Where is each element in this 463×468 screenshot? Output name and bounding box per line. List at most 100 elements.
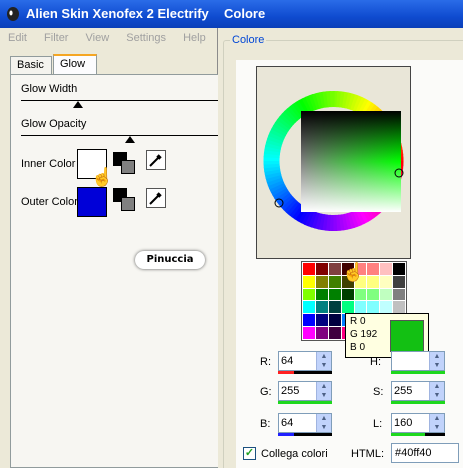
palette-swatch[interactable] [380, 288, 393, 301]
inner-gray-swatch[interactable] [121, 160, 135, 174]
color-wheel[interactable] [257, 67, 410, 258]
xenofex-titlebar[interactable]: Alien Skin Xenofex 2 Electrify [0, 0, 218, 28]
watermark-badge: Pinuccia [135, 251, 205, 269]
tab-glow[interactable]: Glow [53, 54, 97, 75]
palette-swatch[interactable] [393, 275, 405, 288]
glow-opacity-label: Glow Opacity [21, 118, 87, 130]
palette-swatch[interactable] [393, 288, 405, 301]
h-label: H: [370, 356, 381, 368]
inner-eyedropper-button[interactable] [146, 150, 166, 170]
link-colors-checkbox[interactable]: ✓ [243, 447, 256, 460]
palette-swatch[interactable] [315, 327, 328, 339]
outer-eyedropper-button[interactable] [146, 188, 166, 208]
palette-swatch[interactable] [380, 301, 393, 314]
palette-swatch[interactable] [303, 275, 315, 288]
eyedropper-icon [149, 192, 162, 205]
palette-swatch[interactable] [354, 301, 367, 314]
palette-swatch[interactable] [328, 263, 341, 275]
s-bar [391, 401, 445, 404]
alien-skin-icon [7, 7, 19, 21]
glow-width-thumb[interactable] [73, 101, 83, 108]
outer-gray-swatch[interactable] [121, 197, 135, 211]
palette-swatch[interactable] [367, 275, 380, 288]
palette-swatch[interactable] [328, 314, 341, 327]
colore-title: Colore [224, 6, 266, 21]
glow-width-track[interactable] [21, 100, 219, 101]
html-color-input[interactable]: #40ff40 [391, 443, 459, 463]
palette-swatch[interactable] [328, 301, 341, 314]
b-label: B: [260, 418, 271, 430]
palette-swatch[interactable] [341, 301, 354, 314]
tooltip-g: G 192 [350, 329, 378, 340]
glow-opacity-track[interactable] [21, 135, 219, 136]
menu-settings[interactable]: Settings [126, 32, 166, 44]
tab-basic[interactable]: Basic [10, 56, 52, 75]
h-bar [391, 371, 445, 374]
r-spinner[interactable]: ▲ ▼ [316, 352, 331, 370]
b-value: 64 [281, 417, 294, 429]
palette-swatch[interactable] [303, 288, 315, 301]
l-value: 160 [394, 417, 413, 429]
l-input[interactable]: 160 ▲ ▼ [391, 413, 445, 433]
s-label: S: [373, 386, 384, 398]
hue-wheel-box [256, 66, 411, 259]
palette-swatch[interactable] [303, 314, 315, 327]
palette-swatch[interactable] [380, 263, 393, 275]
tooltip-swatch [390, 320, 424, 352]
s-input[interactable]: 255 ▲ ▼ [391, 381, 445, 401]
palette-swatch[interactable] [328, 327, 341, 339]
l-bar [391, 433, 445, 436]
colore-group-label: Colore [230, 34, 267, 46]
tooltip-r: R 0 [350, 316, 366, 327]
outer-color-label: Outer Color [21, 196, 78, 208]
palette-swatch[interactable] [328, 275, 341, 288]
h-input[interactable]: ▲ ▼ [391, 351, 445, 371]
palette-swatch[interactable] [393, 263, 405, 275]
palette-swatch[interactable] [303, 327, 315, 339]
eyedropper-icon [149, 154, 162, 167]
palette-swatch[interactable] [393, 301, 405, 314]
palette-swatch[interactable] [367, 263, 380, 275]
b-bar [278, 433, 332, 436]
outer-color-swatch[interactable] [77, 187, 107, 217]
palette-swatch[interactable] [315, 263, 328, 275]
b-spinner[interactable]: ▲ ▼ [316, 414, 331, 432]
l-spinner[interactable]: ▲ ▼ [429, 414, 444, 432]
palette-swatch[interactable] [367, 301, 380, 314]
g-label: G: [260, 386, 272, 398]
r-bar [278, 371, 332, 374]
lightness-overlay [301, 111, 401, 212]
menu-edit[interactable]: Edit [8, 32, 27, 44]
palette-swatch[interactable] [315, 314, 328, 327]
glow-opacity-thumb[interactable] [125, 136, 135, 143]
palette-swatch[interactable] [367, 288, 380, 301]
s-value: 255 [394, 385, 413, 397]
glow-panel: Glow Width Glow Opacity Inner Color Oute… [10, 74, 219, 468]
menu-help[interactable]: Help [183, 32, 206, 44]
g-spinner[interactable]: ▲ ▼ [316, 382, 331, 400]
hand-cursor-icon: ☝ [342, 262, 365, 282]
glow-width-label: Glow Width [21, 83, 78, 95]
palette-swatch[interactable] [315, 288, 328, 301]
inner-color-label: Inner Color [21, 158, 76, 170]
palette-swatch[interactable] [303, 301, 315, 314]
palette-swatch[interactable] [315, 275, 328, 288]
palette-swatch[interactable] [341, 288, 354, 301]
hand-cursor-icon: ☝ [91, 167, 114, 187]
h-spinner[interactable]: ▲ ▼ [429, 352, 444, 370]
s-spinner[interactable]: ▲ ▼ [429, 382, 444, 400]
menu-view[interactable]: View [86, 32, 110, 44]
menu-filter[interactable]: Filter [44, 32, 68, 44]
palette-swatch[interactable] [328, 288, 341, 301]
palette-swatch[interactable] [380, 275, 393, 288]
r-input[interactable]: 64 ▲ ▼ [278, 351, 332, 371]
palette-swatch[interactable] [354, 288, 367, 301]
menubar: Edit Filter View Settings Help [0, 28, 218, 48]
g-input[interactable]: 255 ▲ ▼ [278, 381, 332, 401]
g-bar [278, 401, 332, 404]
palette-swatch[interactable] [315, 301, 328, 314]
colore-titlebar[interactable]: Colore [218, 0, 463, 28]
tooltip-b: B 0 [350, 342, 366, 353]
palette-swatch[interactable] [303, 263, 315, 275]
b-input[interactable]: 64 ▲ ▼ [278, 413, 332, 433]
